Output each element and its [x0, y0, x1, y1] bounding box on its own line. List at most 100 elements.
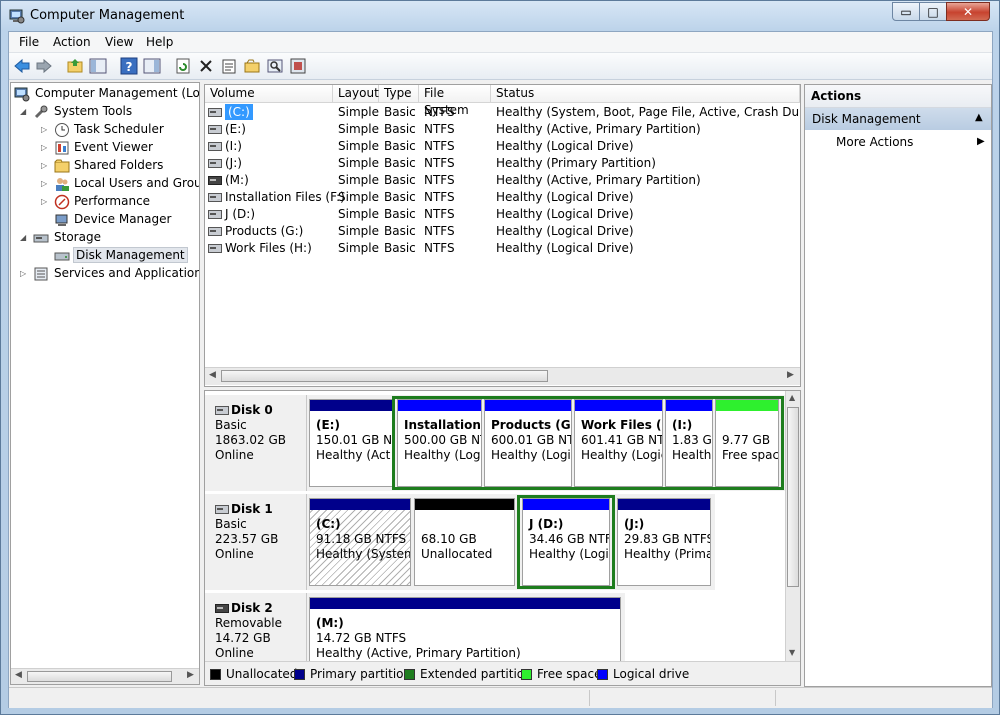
partition-size: 150.01 GB NT — [316, 433, 393, 447]
title-bar[interactable]: Computer Management ▭ □ ✕ — [1, 1, 999, 31]
volume-row[interactable]: Products (G:) Simple Basic NTFS Healthy (Log… — [205, 223, 799, 240]
partition-h[interactable]: Work Files (H 601.41 GB NTF Healthy (Logic — [574, 399, 663, 487]
column-header-type[interactable]: Type — [379, 85, 419, 103]
show-hide-action-pane-icon[interactable] — [143, 57, 161, 75]
partition-size: 34.46 GB NTFS — [529, 532, 609, 546]
collapsed-arrow-icon[interactable]: ▷ — [20, 269, 26, 278]
expanded-arrow-icon[interactable]: ◢ — [20, 107, 26, 116]
close-button[interactable]: ✕ — [946, 2, 990, 21]
scroll-thumb[interactable] — [787, 407, 799, 587]
partition-name: Work Files (H — [581, 418, 663, 432]
column-header-volume[interactable]: Volume — [205, 85, 333, 103]
menu-help[interactable]: Help — [146, 35, 173, 49]
tree-item-event-viewer[interactable]: ▷ Event Viewer — [11, 139, 199, 157]
tree-item-performance[interactable]: ▷ Performance — [11, 193, 199, 211]
partition-status: Health — [672, 448, 712, 462]
scroll-thumb[interactable] — [27, 671, 172, 682]
up-folder-icon[interactable] — [66, 57, 84, 75]
partition-name: (I:) — [672, 418, 693, 432]
volume-horizontal-scrollbar[interactable]: ◀ ▶ — [205, 367, 800, 385]
column-header-layout[interactable]: Layout — [333, 85, 379, 103]
volume-row[interactable]: (C:) Simple Basic NTFS Healthy (System, Boot… — [205, 104, 800, 121]
back-icon[interactable] — [13, 57, 31, 75]
partition-f[interactable]: Installation F500.00 GB NTHealthy (Logi — [397, 399, 482, 487]
disk-type: Removable — [215, 616, 283, 630]
partition-i[interactable]: (I:) 1.83 GI Health — [665, 399, 713, 487]
volume-row[interactable]: Work Files (H:) Simple Basic NTFS Healthy (L… — [205, 240, 799, 257]
volume-row[interactable]: (M:) Simple Basic NTFS Healthy (Active, Prim… — [205, 172, 799, 189]
collapsed-arrow-icon[interactable]: ▷ — [41, 125, 47, 134]
tree-item-shared-folders[interactable]: ▷ Shared Folders — [11, 157, 199, 175]
partition-status: Healthy (Logic — [491, 448, 572, 462]
scroll-right-icon[interactable]: ▶ — [187, 670, 194, 680]
show-hide-tree-icon[interactable] — [89, 57, 107, 75]
maximize-button[interactable]: □ — [919, 2, 947, 21]
collapse-arrow-icon[interactable]: ▲ — [975, 112, 983, 123]
tree-item-local-users[interactable]: ▷ Local Users and Groups — [11, 175, 199, 193]
disk-type: Basic — [215, 517, 247, 531]
tree-item-system-tools[interactable]: ◢ System Tools — [11, 103, 199, 121]
column-header-status[interactable]: Status — [491, 85, 800, 103]
volume-row[interactable]: J (D:) Simple Basic NTFS Healthy (Logical Dr… — [205, 206, 799, 223]
tree-item-disk-management[interactable]: Disk Management — [11, 247, 199, 265]
collapsed-arrow-icon[interactable]: ▷ — [41, 161, 47, 170]
collapsed-arrow-icon[interactable]: ▷ — [41, 179, 47, 188]
action-more-actions[interactable]: More Actions ▶ — [805, 133, 991, 153]
help-icon[interactable]: ? — [120, 57, 138, 75]
partition-j[interactable]: (J:) 29.83 GB NTFS Healthy (Primar — [617, 498, 711, 586]
tree-item-services-applications[interactable]: ▷ Services and Applications — [11, 265, 199, 283]
tree-label-selected: Disk Management — [73, 247, 188, 263]
partition-c[interactable]: (C:) 91.18 GB NTFS Healthy (System, — [309, 498, 411, 586]
partition-free-space[interactable]: 9.77 GB Free spac — [715, 399, 779, 487]
menu-action[interactable]: Action — [53, 35, 91, 49]
scroll-thumb[interactable] — [221, 370, 548, 382]
volume-icon — [208, 108, 222, 117]
partition-e[interactable]: (E:) 150.01 GB NT Healthy (Act — [309, 399, 393, 487]
tree-horizontal-scrollbar[interactable]: ◀ ▶ — [11, 668, 199, 684]
disk-icon — [215, 505, 229, 514]
volume-row[interactable]: (E:) Simple Basic NTFS Healthy (Active, Prim… — [205, 121, 799, 138]
volume-fs: NTFS — [424, 173, 455, 187]
disk-vertical-scrollbar[interactable]: ▲ ▼ — [785, 391, 800, 661]
volume-row[interactable]: Installation Files (F:) Simple Basic NTFS He… — [205, 189, 799, 206]
collapsed-arrow-icon[interactable]: ▷ — [41, 197, 47, 206]
scroll-right-icon[interactable]: ▶ — [787, 370, 794, 380]
volume-name: (C:) — [225, 104, 253, 120]
window-title: Computer Management — [30, 8, 185, 23]
forward-icon[interactable] — [35, 57, 53, 75]
partition-g[interactable]: Products (G:)600.01 GB NTFHealthy (Logic — [484, 399, 572, 487]
scroll-up-icon[interactable]: ▲ — [789, 393, 795, 402]
storage-icon — [33, 234, 49, 243]
disk-state: Online — [215, 448, 254, 462]
tree-item-storage[interactable]: ◢ Storage — [11, 229, 199, 247]
disk-size: 14.72 GB — [215, 631, 271, 645]
scroll-left-icon[interactable]: ◀ — [15, 670, 22, 680]
primary-partition-bar — [618, 499, 710, 510]
refresh-icon[interactable] — [174, 57, 192, 75]
partition-d[interactable]: J (D:)34.46 GB NTFSHealthy (Logi — [522, 498, 610, 586]
volume-row[interactable]: (I:) Simple Basic NTFS Healthy (Logical Driv… — [205, 138, 799, 155]
disk-0-label[interactable]: Disk 0 Basic 1863.02 GB Online — [205, 395, 307, 491]
minimize-button[interactable]: ▭ — [892, 2, 920, 21]
tree-item-computer-management[interactable]: Computer Management (Local — [11, 85, 199, 103]
search-icon[interactable] — [266, 57, 284, 75]
actions-section-disk-management[interactable]: Disk Management ▲ — [805, 108, 991, 130]
tree-item-task-scheduler[interactable]: ▷ Task Scheduler — [11, 121, 199, 139]
volume-fs: NTFS — [424, 207, 455, 221]
scroll-left-icon[interactable]: ◀ — [209, 370, 216, 380]
scroll-down-icon[interactable]: ▼ — [789, 648, 795, 657]
collapsed-arrow-icon[interactable]: ▷ — [41, 143, 47, 152]
open-icon[interactable] — [243, 57, 261, 75]
delete-icon[interactable] — [197, 57, 215, 75]
volume-row[interactable]: (J:) Simple Basic NTFS Healthy (Primary Part… — [205, 155, 799, 172]
properties-icon[interactable] — [220, 57, 238, 75]
menu-view[interactable]: View — [105, 35, 133, 49]
expanded-arrow-icon[interactable]: ◢ — [20, 233, 26, 242]
settings-icon[interactable] — [289, 57, 307, 75]
disk-1-label[interactable]: Disk 1 Basic 223.57 GB Online — [205, 494, 307, 590]
volume-layout: Simple — [338, 139, 379, 153]
column-header-file-system[interactable]: File System — [419, 85, 491, 117]
partition-unallocated[interactable]: 68.10 GB Unallocated — [414, 498, 515, 586]
menu-file[interactable]: File — [19, 35, 39, 49]
tree-item-device-manager[interactable]: Device Manager — [11, 211, 199, 229]
